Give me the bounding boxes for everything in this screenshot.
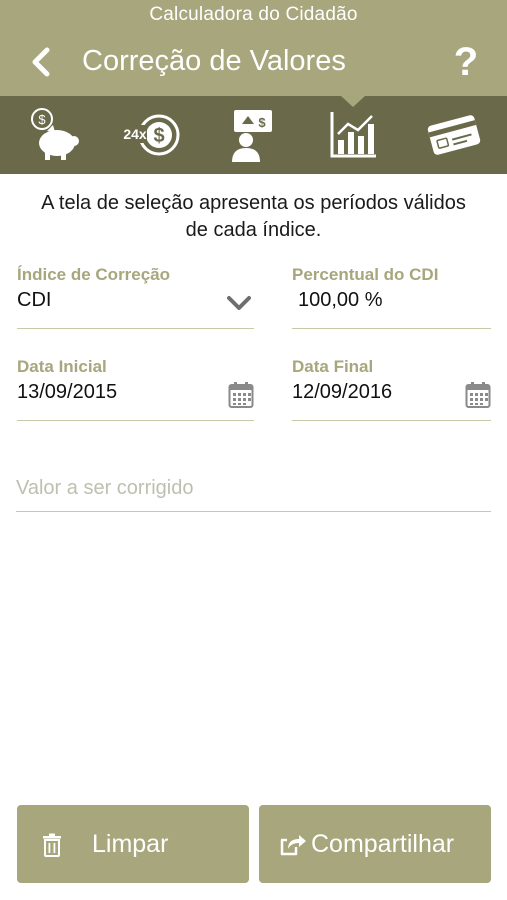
svg-text:$: $ [153, 125, 164, 147]
svg-text:$: $ [38, 112, 46, 127]
indice-correcao-value: CDI [17, 289, 52, 311]
tab-savings[interactable]: $ [5, 96, 105, 174]
tab-consultant[interactable]: $ [203, 96, 303, 174]
page-title: Correção de Valores [82, 45, 346, 77]
data-final-label: Data Final [292, 357, 374, 376]
calendar-icon [228, 382, 254, 408]
info-text: A tela de seleção apresenta os períodos … [41, 192, 466, 241]
active-tab-indicator [341, 96, 365, 107]
header: Correção de Valores ? [0, 30, 507, 96]
installments-24x-icon: $ 24x [123, 114, 180, 156]
data-inicial-label: Data Inicial [17, 357, 107, 376]
person-presentation-icon: $ [232, 110, 272, 162]
data-final-value: 12/09/2016 [292, 381, 393, 403]
chevron-left-icon [32, 47, 50, 77]
valor-input[interactable] [16, 470, 491, 506]
tab-value-correction[interactable] [303, 96, 403, 174]
compartilhar-button[interactable]: Compartilhar [259, 805, 491, 883]
data-final-field[interactable]: Data Final 12/09/2016 [292, 357, 491, 421]
valor-field [16, 470, 491, 512]
piggy-bank-icon: $ [31, 108, 79, 160]
limpar-button[interactable]: Limpar [17, 805, 249, 883]
data-inicial-value: 13/09/2015 [17, 381, 118, 403]
chart-growth-icon [330, 112, 376, 158]
app-name: Calculadora do Cidadão [149, 4, 358, 25]
back-button[interactable] [26, 44, 56, 80]
percentual-cdi-field[interactable]: Percentual do CDI 100,00 % [292, 265, 491, 329]
compartilhar-label: Compartilhar [311, 830, 455, 858]
svg-text:$: $ [258, 115, 266, 130]
calendar-icon [465, 382, 491, 408]
percentual-cdi-label: Percentual do CDI [292, 265, 439, 284]
indice-correcao-select[interactable]: Índice de Correção CDI [17, 265, 254, 329]
indice-correcao-label: Índice de Correção [17, 265, 171, 284]
help-button[interactable]: ? [449, 38, 483, 86]
trash-icon [43, 833, 61, 857]
tab-credit-card[interactable] [404, 96, 504, 174]
limpar-label: Limpar [92, 830, 169, 858]
tool-tabbar: $ $ 24x $ [0, 96, 507, 174]
credit-card-icon [427, 115, 481, 155]
chevron-down-icon [227, 296, 251, 310]
percentual-cdi-value: 100,00 % [298, 289, 383, 311]
tab-installments[interactable]: $ 24x [103, 96, 203, 174]
data-inicial-field[interactable]: Data Inicial 13/09/2015 [17, 357, 254, 421]
status-bar: Calculadora do Cidadão [0, 0, 507, 30]
svg-text:24x: 24x [123, 126, 147, 142]
share-icon [280, 835, 306, 856]
